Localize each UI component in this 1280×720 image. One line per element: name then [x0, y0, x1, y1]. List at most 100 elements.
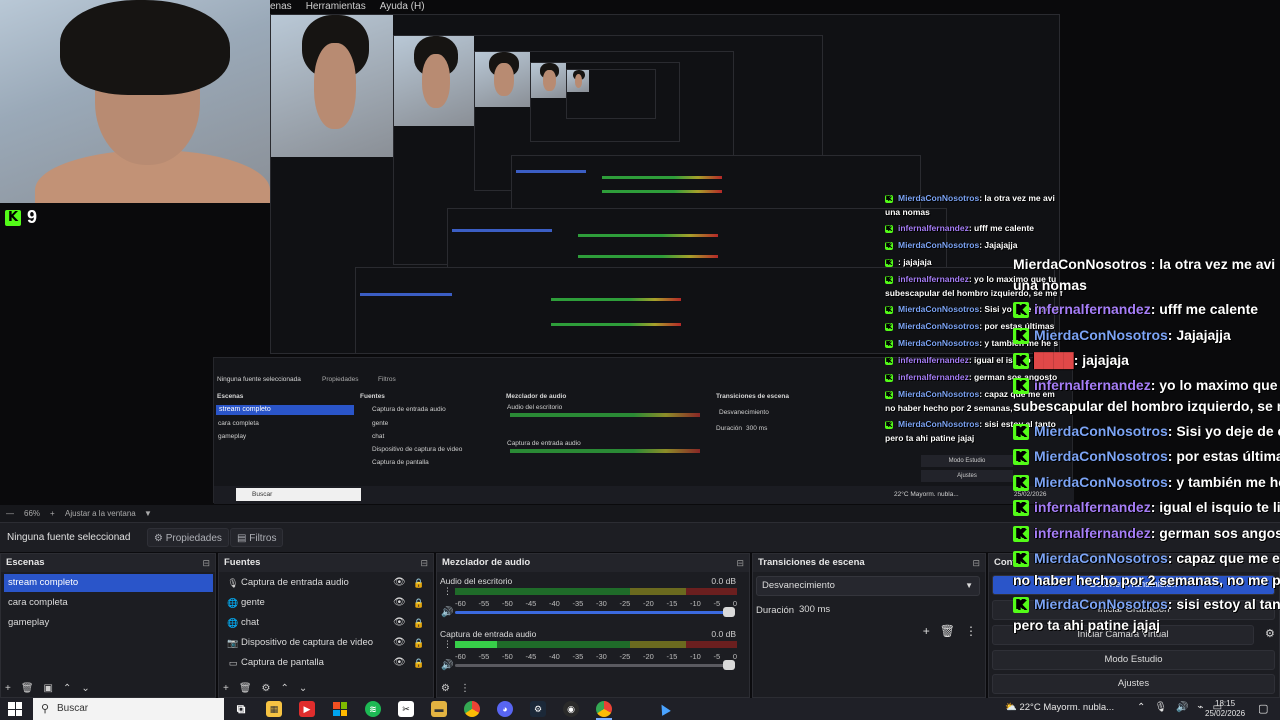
lock-icon[interactable]: 🔒: [413, 594, 424, 612]
source-item[interactable]: 🌐 gente 👁 🔒: [219, 594, 431, 612]
volume-slider[interactable]: [455, 664, 735, 667]
more-options-icon[interactable]: ⋮: [965, 624, 977, 638]
mixer-toolbar: ⚙ ⋮: [441, 683, 470, 694]
chevron-up-icon[interactable]: ⌃: [1137, 702, 1145, 713]
task-view-icon[interactable]: ⧉: [233, 701, 249, 717]
nested-preview-4: [530, 62, 680, 142]
add-icon[interactable]: +: [223, 683, 229, 694]
scene-item[interactable]: stream completo: [4, 574, 213, 592]
add-icon[interactable]: +: [923, 624, 930, 638]
windows-start-icon[interactable]: [8, 702, 22, 716]
trash-icon[interactable]: 🗑: [239, 683, 252, 694]
capcut-icon[interactable]: ✂: [398, 701, 414, 717]
source-item[interactable]: 📷 Dispositivo de captura de video 👁 🔒: [219, 634, 431, 652]
lock-icon[interactable]: 🔒: [413, 574, 424, 592]
fit-window-dropdown[interactable]: Ajustar a la ventana: [65, 509, 136, 518]
obs-icon[interactable]: ◉: [563, 701, 579, 717]
gear-icon: ⚙: [154, 533, 166, 544]
visibility-eye-icon[interactable]: 👁: [393, 654, 406, 672]
inner-taskbar: Buscar 22°C Mayorm. nubla... 25/02/2026: [214, 486, 1074, 504]
channel-menu-icon[interactable]: ⋮: [443, 640, 452, 649]
dock-menu-icon[interactable]: ⊟: [736, 554, 744, 572]
lock-icon[interactable]: 🔒: [413, 634, 424, 652]
webcam-feed: [0, 0, 270, 203]
more-options-icon[interactable]: ⋮: [460, 683, 470, 694]
scene-item[interactable]: gameplay: [4, 614, 213, 632]
chat-msg: MierdaConNosotros : la otra vez me avi: [1013, 256, 1276, 272]
trash-icon[interactable]: 🗑: [21, 683, 34, 694]
chevron-down-icon[interactable]: ⌄: [299, 683, 307, 694]
gear-icon[interactable]: ⚙: [1265, 627, 1275, 640]
taskbar-search[interactable]: ⚲ Buscar: [33, 698, 224, 720]
filters-button[interactable]: ▤ Filtros: [230, 528, 284, 547]
spotify-icon[interactable]: ≋: [365, 701, 381, 717]
source-item[interactable]: 🎙 Captura de entrada audio 👁 🔒: [219, 574, 431, 592]
chevron-up-icon[interactable]: ⌃: [281, 683, 289, 694]
windows-taskbar: ⚲ Buscar ⧉ ▦ ▶ ≋ ✂ ▬ ◕ ⚙ ◉ ⛅ 22°C Mayorm…: [0, 698, 1280, 720]
chevron-down-icon[interactable]: ⌄: [81, 683, 89, 694]
filter-icon[interactable]: ▣: [44, 683, 53, 694]
menu-scenes[interactable]: enas: [270, 0, 292, 14]
chrome-icon[interactable]: [464, 701, 480, 717]
volume-slider-handle[interactable]: [723, 660, 735, 670]
visibility-eye-icon[interactable]: 👁: [393, 574, 406, 592]
clock-date: 25/02/2026: [1205, 709, 1246, 718]
kick-logo-icon: K: [1013, 500, 1029, 517]
studio-mode-button[interactable]: Modo Estudio: [992, 650, 1275, 670]
cloud-sun-icon: ⛅: [1005, 702, 1020, 713]
dock-menu-icon[interactable]: ⊟: [972, 554, 980, 572]
duration-input[interactable]: 300 ms: [795, 600, 980, 620]
steam-icon[interactable]: ⚙: [530, 701, 546, 717]
visibility-eye-icon[interactable]: 👁: [393, 594, 406, 612]
chevron-down-icon[interactable]: ▼: [144, 509, 152, 518]
discord-icon[interactable]: ◕: [497, 701, 513, 717]
settings-button[interactable]: Ajustes: [992, 674, 1275, 694]
zoom-minus-icon[interactable]: —: [6, 509, 14, 518]
trash-icon[interactable]: 🗑: [940, 624, 955, 638]
weather-widget[interactable]: ⛅ 22°C Mayorm. nubla...: [1005, 702, 1114, 713]
kick-logo-icon: K: [1013, 328, 1029, 345]
add-icon[interactable]: +: [5, 683, 11, 694]
obs-preview[interactable]: enas Herramientas Ayuda (H) K 9 Ninguna …: [0, 0, 1280, 505]
monitor-icon: ▭: [228, 658, 238, 668]
viewer-count-value: 9: [27, 207, 38, 227]
volume-level-fill: [455, 641, 498, 648]
volume-slider-handle[interactable]: [723, 607, 735, 617]
chevron-up-icon[interactable]: ⌃: [63, 683, 71, 694]
chat-msg: Kinfernalfernandez: igual el isquio te l…: [1013, 499, 1280, 517]
speaker-icon[interactable]: 🔊: [441, 607, 453, 618]
globe-icon: 🌐: [227, 598, 239, 608]
volume-icon[interactable]: 🔊: [1176, 702, 1188, 713]
gear-icon[interactable]: ⚙: [262, 683, 271, 694]
dock-menu-icon[interactable]: ⊟: [420, 554, 428, 572]
menu-help[interactable]: Ayuda (H): [380, 0, 425, 14]
properties-button[interactable]: ⚙ Propiedades: [147, 528, 229, 547]
volume-slider[interactable]: [455, 611, 735, 614]
chrome-icon[interactable]: [596, 701, 612, 717]
source-item[interactable]: ▭ Captura de pantalla 👁 🔒: [219, 654, 431, 672]
chat-msg: no haber hecho por 2 semanas,: [885, 403, 1013, 413]
transition-select[interactable]: Desvanecimiento ▼: [756, 576, 980, 596]
network-icon[interactable]: ⌁: [1198, 702, 1204, 713]
dock-menu-icon[interactable]: ⊟: [202, 554, 210, 572]
windows-logo-icon[interactable]: [332, 701, 348, 717]
lock-icon[interactable]: 🔒: [413, 614, 424, 632]
gear-icon[interactable]: ⚙: [441, 683, 450, 694]
menu-tools[interactable]: Herramientas: [306, 0, 366, 14]
taskbar-clock[interactable]: 18:15 25/02/2026: [1205, 699, 1245, 719]
source-item[interactable]: 🌐 chat 👁 🔒: [219, 614, 431, 632]
nested-preview-1: [270, 14, 1060, 354]
scene-item[interactable]: cara completa: [4, 594, 213, 612]
notification-icon[interactable]: ▢: [1258, 702, 1268, 715]
microphone-icon[interactable]: 🎙: [1154, 702, 1167, 713]
speaker-icon[interactable]: 🔊: [441, 660, 453, 671]
kick-logo-icon: K: [1013, 353, 1029, 370]
zoom-plus-icon[interactable]: +: [50, 509, 55, 518]
visibility-eye-icon[interactable]: 👁: [393, 614, 406, 632]
microsoft-store-icon[interactable]: ▦: [266, 701, 282, 717]
youtube-icon[interactable]: ▶: [299, 701, 315, 717]
channel-menu-icon[interactable]: ⋮: [443, 587, 452, 596]
lock-icon[interactable]: 🔒: [413, 654, 424, 672]
file-explorer-icon[interactable]: ▬: [431, 701, 447, 717]
visibility-eye-icon[interactable]: 👁: [393, 634, 406, 652]
